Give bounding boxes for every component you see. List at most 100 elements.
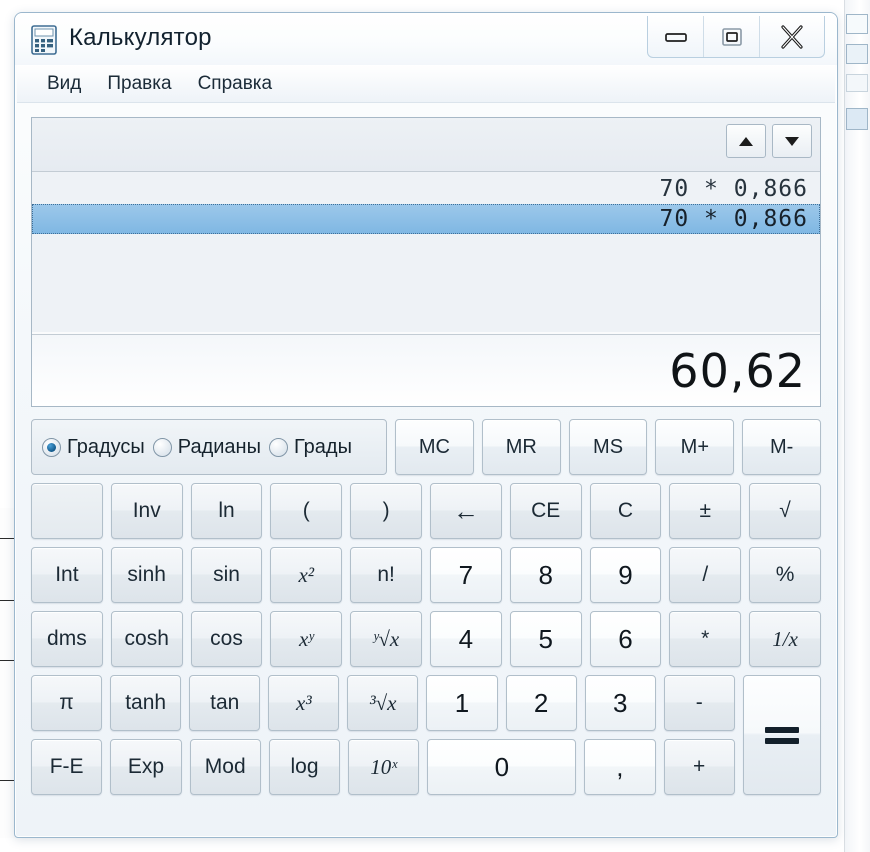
backspace-button[interactable]: ← — [429, 483, 502, 539]
close-icon — [781, 24, 803, 49]
radio-degrees-label: Градусы — [67, 435, 145, 458]
background-icon — [846, 44, 868, 64]
chevron-up-icon — [739, 136, 753, 146]
close-button[interactable] — [760, 16, 824, 57]
menu-item-help[interactable]: Справка — [188, 71, 283, 97]
radio-indicator-icon — [268, 437, 288, 457]
angle-mode-group: Градусы Радианы Грады — [31, 419, 388, 475]
memory-recall-button[interactable]: MR — [481, 419, 561, 475]
clear-button[interactable]: C — [589, 483, 662, 539]
digit-6-button[interactable]: 6 — [589, 611, 662, 667]
x-squared-button[interactable]: x² — [270, 547, 343, 603]
background-icon — [846, 74, 868, 92]
inv-button[interactable]: Inv — [110, 483, 183, 539]
keypad-row-3: dms cosh cos xʸ ʸ√x 4 5 6 * 1/x — [31, 611, 821, 667]
digit-9-button[interactable]: 9 — [589, 547, 662, 603]
radio-radians[interactable]: Радианы — [152, 435, 265, 459]
factorial-button[interactable]: n! — [350, 547, 422, 603]
mode-and-memory-row: Градусы Радианы Грады MC MR MS M+ M- — [31, 419, 822, 475]
exp-button[interactable]: Exp — [110, 739, 182, 795]
history-entry[interactable]: 70 * 0,866 — [32, 174, 820, 204]
radio-indicator-icon — [42, 437, 61, 457]
calculator-window: Калькулятор Вид Правка Справка 70 * 0,86… — [14, 12, 838, 838]
history-toolbar — [32, 118, 820, 172]
digit-8-button[interactable]: 8 — [509, 547, 582, 603]
history-scroll-down-button[interactable] — [772, 124, 812, 158]
keypad-row-4: π tanh tan x³ ³√x 1 2 3 - — [31, 675, 735, 731]
display-panel: 70 * 0,866 70 * 0,866 60,62 — [31, 117, 821, 407]
sinh-button[interactable]: sinh — [110, 547, 183, 603]
clear-entry-button[interactable]: CE — [509, 483, 582, 539]
open-paren-button[interactable]: ( — [270, 483, 343, 539]
menu-item-edit[interactable]: Правка — [97, 71, 181, 97]
maximize-icon — [721, 27, 742, 46]
blank-button[interactable] — [31, 483, 103, 539]
menu-item-view[interactable]: Вид — [37, 71, 91, 97]
cube-root-button[interactable]: ³√x — [347, 675, 419, 731]
background-icon — [846, 14, 868, 34]
equals-column — [742, 675, 821, 803]
window-controls — [647, 16, 825, 58]
ln-button[interactable]: ln — [190, 483, 263, 539]
x-power-y-button[interactable]: xʸ — [270, 611, 343, 667]
log-button[interactable]: log — [268, 739, 341, 795]
close-paren-button[interactable]: ) — [350, 483, 422, 539]
x-cubed-button[interactable]: x³ — [268, 675, 340, 731]
radio-grads[interactable]: Грады — [268, 436, 356, 459]
digit-7-button[interactable]: 7 — [429, 547, 502, 603]
radio-radians-label: Радианы — [177, 435, 261, 458]
keypad-row-1: Inv ln ( ) ← CE C ± √ — [31, 483, 821, 539]
background-icon — [846, 108, 868, 130]
maximize-button[interactable] — [704, 16, 760, 57]
digit-3-button[interactable]: 3 — [584, 675, 656, 731]
equals-icon — [764, 726, 799, 744]
sqrt-button[interactable]: √ — [749, 483, 821, 539]
calculator-icon — [31, 25, 57, 55]
subtract-button[interactable]: - — [663, 675, 735, 731]
divide-button[interactable]: / — [669, 547, 742, 603]
radio-indicator-icon — [152, 437, 172, 457]
minimize-icon — [664, 32, 687, 42]
pi-button[interactable]: π — [31, 675, 103, 731]
title-bar[interactable]: Калькулятор — [15, 13, 837, 65]
memory-add-button[interactable]: M+ — [655, 419, 735, 475]
ten-power-x-button[interactable]: 10ˣ — [348, 739, 420, 795]
minimize-button[interactable] — [648, 16, 704, 57]
result-area: 60,62 — [32, 334, 820, 406]
mod-button[interactable]: Mod — [189, 739, 261, 795]
f-e-button[interactable]: F-E — [31, 739, 103, 795]
tan-button[interactable]: tan — [189, 675, 261, 731]
digit-1-button[interactable]: 1 — [426, 675, 498, 731]
decimal-separator-button[interactable]: , — [584, 739, 656, 795]
digit-4-button[interactable]: 4 — [429, 611, 502, 667]
keypad-lower-left: π tanh tan x³ ³√x 1 2 3 - F-E Exp Mod lo… — [31, 675, 735, 803]
sign-toggle-button[interactable]: ± — [669, 483, 742, 539]
history-entry-selected[interactable]: 70 * 0,866 — [32, 204, 820, 234]
equals-button[interactable] — [742, 675, 821, 795]
sin-button[interactable]: sin — [190, 547, 263, 603]
cos-button[interactable]: cos — [190, 611, 263, 667]
add-button[interactable]: + — [663, 739, 735, 795]
tanh-button[interactable]: tanh — [110, 675, 182, 731]
y-root-x-button[interactable]: ʸ√x — [350, 611, 422, 667]
memory-store-button[interactable]: MS — [568, 419, 648, 475]
multiply-button[interactable]: * — [669, 611, 742, 667]
int-button[interactable]: Int — [31, 547, 103, 603]
memory-subtract-button[interactable]: M- — [742, 419, 822, 475]
digit-0-button[interactable]: 0 — [427, 739, 577, 795]
digit-5-button[interactable]: 5 — [509, 611, 582, 667]
keypad-lower-section: π tanh tan x³ ³√x 1 2 3 - F-E Exp Mod lo… — [31, 675, 821, 803]
radio-degrees[interactable]: Градусы — [42, 436, 149, 459]
window-title: Калькулятор — [69, 24, 212, 51]
keypad-row-5: F-E Exp Mod log 10ˣ 0 , + — [31, 739, 735, 795]
menu-bar: Вид Правка Справка — [17, 65, 835, 103]
digit-2-button[interactable]: 2 — [505, 675, 577, 731]
cosh-button[interactable]: cosh — [110, 611, 183, 667]
history-list[interactable]: 70 * 0,866 70 * 0,866 — [32, 172, 820, 332]
history-scroll-up-button[interactable] — [726, 124, 766, 158]
percent-button[interactable]: % — [749, 547, 821, 603]
keypad-row-2: Int sinh sin x² n! 7 8 9 / % — [31, 547, 821, 603]
memory-clear-button[interactable]: MC — [395, 419, 474, 475]
reciprocal-button[interactable]: 1/x — [749, 611, 821, 667]
dms-button[interactable]: dms — [31, 611, 103, 667]
